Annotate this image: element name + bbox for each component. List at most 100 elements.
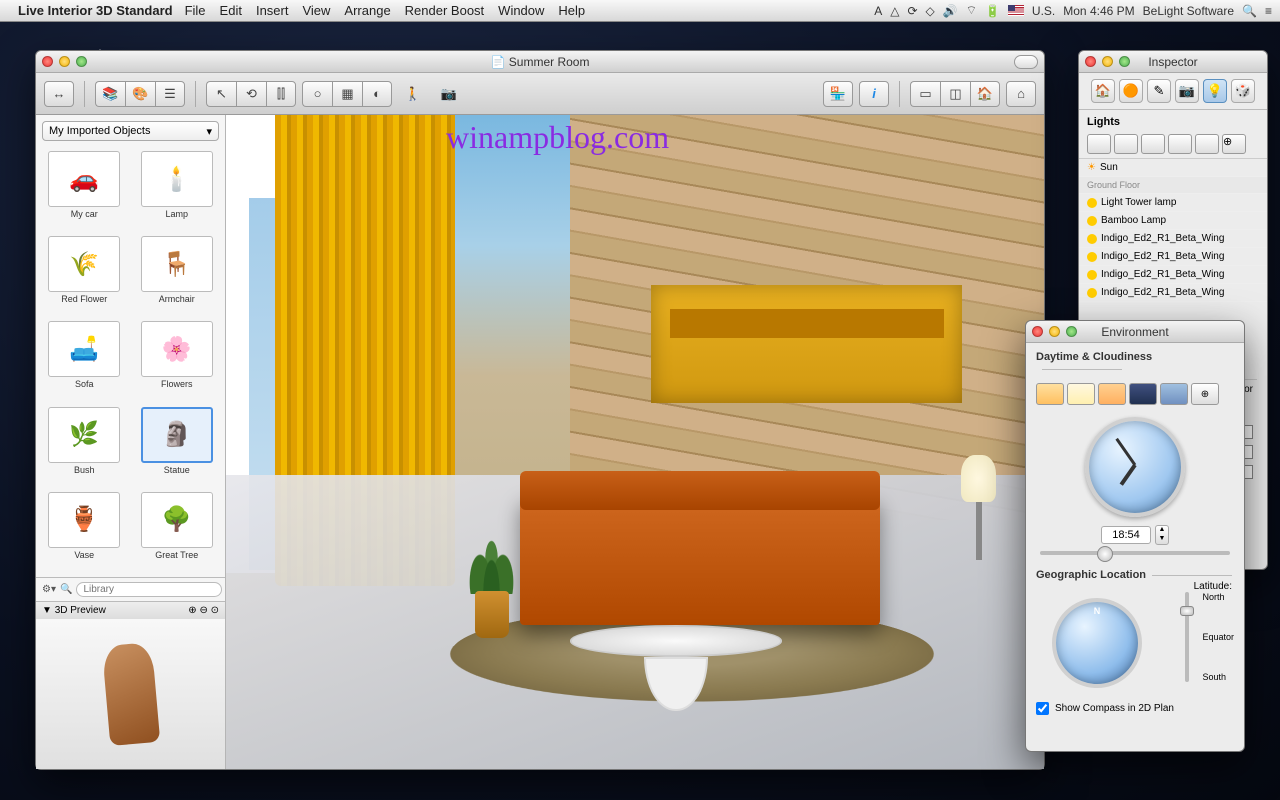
daytime-clock[interactable]: [1085, 417, 1185, 517]
library-item-selected[interactable]: 🗿Statue: [133, 407, 222, 488]
tab-building[interactable]: 🎲: [1231, 79, 1255, 103]
menubar-app[interactable]: BeLight Software: [1143, 4, 1234, 18]
time-preset-custom[interactable]: ⊕: [1191, 383, 1219, 405]
layers-toggle[interactable]: ☰: [155, 81, 185, 107]
menu-edit[interactable]: Edit: [220, 3, 242, 18]
light-preset[interactable]: [1195, 134, 1219, 154]
back-button[interactable]: ↔: [44, 81, 74, 107]
3d-warehouse-button[interactable]: 🏪: [823, 81, 853, 107]
minimize-button[interactable]: [1049, 326, 1060, 337]
volume-icon[interactable]: 🔊: [943, 4, 958, 18]
light-preset[interactable]: [1114, 134, 1138, 154]
gear-icon[interactable]: ⚙︎▾: [42, 584, 56, 595]
main-titlebar[interactable]: 📄 Summer Room: [36, 51, 1044, 73]
tab-2d[interactable]: ✎: [1147, 79, 1171, 103]
wifi-icon[interactable]: ⌔: [966, 3, 977, 18]
zoom-button[interactable]: [1119, 56, 1130, 67]
tab-materials[interactable]: 🟠: [1119, 79, 1143, 103]
library-category-dropdown[interactable]: My Imported Objects ▾: [42, 121, 219, 141]
input-flag-icon[interactable]: [1008, 5, 1024, 16]
menu-renderboost[interactable]: Render Boost: [405, 3, 485, 18]
walk-icon[interactable]: 🚶: [398, 81, 428, 107]
close-button[interactable]: [1085, 56, 1096, 67]
time-input[interactable]: [1101, 526, 1151, 544]
play-tool[interactable]: ▦: [332, 81, 362, 107]
light-row[interactable]: Indigo_Ed2_R1_Beta_Wing: [1079, 230, 1267, 248]
spotlight-icon[interactable]: 🔍: [1242, 4, 1257, 18]
record-tool[interactable]: ○: [302, 81, 332, 107]
library-item[interactable]: 🌳Great Tree: [133, 492, 222, 573]
tab-lights[interactable]: 💡: [1203, 79, 1227, 103]
rotate-tool[interactable]: ⟲: [236, 81, 266, 107]
disclosure-icon[interactable]: ▼: [42, 605, 52, 616]
light-row[interactable]: Indigo_Ed2_R1_Beta_Wing: [1079, 266, 1267, 284]
minimize-button[interactable]: [59, 56, 70, 67]
time-stepper[interactable]: ▲▼: [1155, 525, 1169, 545]
light-preset[interactable]: [1141, 134, 1165, 154]
light-preset[interactable]: [1168, 134, 1192, 154]
app-name[interactable]: Live Interior 3D Standard: [18, 3, 173, 18]
light-preset-add[interactable]: ⊕: [1222, 134, 1246, 154]
cloudiness-slider[interactable]: [1040, 551, 1230, 555]
light-row[interactable]: Bamboo Lamp: [1079, 212, 1267, 230]
adobe-icon[interactable]: A: [874, 4, 882, 18]
zoom-button[interactable]: [1066, 326, 1077, 337]
menu-file[interactable]: File: [185, 3, 206, 18]
3d-viewport[interactable]: [226, 115, 1044, 769]
zoom-button[interactable]: [76, 56, 87, 67]
cloud-icon[interactable]: △: [890, 4, 899, 18]
time-preset-dawn[interactable]: [1036, 383, 1064, 405]
library-search-input[interactable]: [76, 582, 222, 597]
light-row[interactable]: Indigo_Ed2_R1_Beta_Wing: [1079, 248, 1267, 266]
time-preset-day[interactable]: [1067, 383, 1095, 405]
latitude-slider[interactable]: [1180, 592, 1194, 682]
stop-tool[interactable]: ◐: [362, 81, 392, 107]
tab-objects[interactable]: 🏠: [1091, 79, 1115, 103]
wall-tool[interactable]: ⫿⫿: [266, 81, 296, 107]
light-row[interactable]: Light Tower lamp: [1079, 194, 1267, 212]
library-item[interactable]: 🌸Flowers: [133, 321, 222, 402]
select-tool[interactable]: ↖: [206, 81, 236, 107]
library-item[interactable]: 🌿Bush: [40, 407, 129, 488]
library-item[interactable]: 🪑Armchair: [133, 236, 222, 317]
sync-icon[interactable]: ⟳: [907, 4, 917, 18]
zoom-out-icon[interactable]: ⊖: [199, 605, 207, 616]
library-item[interactable]: 🌾Red Flower: [40, 236, 129, 317]
battery-icon[interactable]: 🔋: [985, 4, 1000, 18]
view-split-button[interactable]: ◫: [940, 81, 970, 107]
camera-icon[interactable]: 📷: [434, 81, 464, 107]
view-2d-button[interactable]: ▭: [910, 81, 940, 107]
view-3d-button[interactable]: 🏠: [970, 81, 1000, 107]
dropbox-icon[interactable]: ◇: [926, 4, 935, 18]
input-locale[interactable]: U.S.: [1032, 4, 1055, 18]
minimize-button[interactable]: [1102, 56, 1113, 67]
materials-toggle[interactable]: 🎨: [125, 81, 155, 107]
light-row[interactable]: Indigo_Ed2_R1_Beta_Wing: [1079, 284, 1267, 302]
notification-center-icon[interactable]: ≡: [1265, 4, 1272, 18]
tab-cameras[interactable]: 📷: [1175, 79, 1199, 103]
time-preset-night[interactable]: [1129, 383, 1157, 405]
info-button[interactable]: i: [859, 81, 889, 107]
zoom-in-icon[interactable]: ⊕: [188, 605, 196, 616]
time-preset-dusk[interactable]: [1098, 383, 1126, 405]
compass[interactable]: [1052, 598, 1142, 688]
menu-arrange[interactable]: Arrange: [344, 3, 390, 18]
library-item[interactable]: 🕯️Lamp: [133, 151, 222, 232]
menu-window[interactable]: Window: [498, 3, 544, 18]
library-toggle[interactable]: 📚: [95, 81, 125, 107]
menu-help[interactable]: Help: [558, 3, 585, 18]
menu-view[interactable]: View: [302, 3, 330, 18]
show-compass-checkbox[interactable]: [1036, 702, 1049, 715]
light-row-sun[interactable]: ☀Sun: [1079, 159, 1267, 177]
menu-insert[interactable]: Insert: [256, 3, 289, 18]
toolbar-toggle[interactable]: [1014, 55, 1038, 69]
inspector-titlebar[interactable]: Inspector: [1079, 51, 1267, 73]
preview-viewport[interactable]: [36, 619, 225, 769]
environment-titlebar[interactable]: Environment: [1026, 321, 1244, 343]
library-item[interactable]: 🚗My car: [40, 151, 129, 232]
home-button[interactable]: ⌂: [1006, 81, 1036, 107]
library-item[interactable]: 🏺Vase: [40, 492, 129, 573]
close-button[interactable]: [42, 56, 53, 67]
light-preset[interactable]: [1087, 134, 1111, 154]
zoom-reset-icon[interactable]: ⊙: [211, 605, 219, 616]
